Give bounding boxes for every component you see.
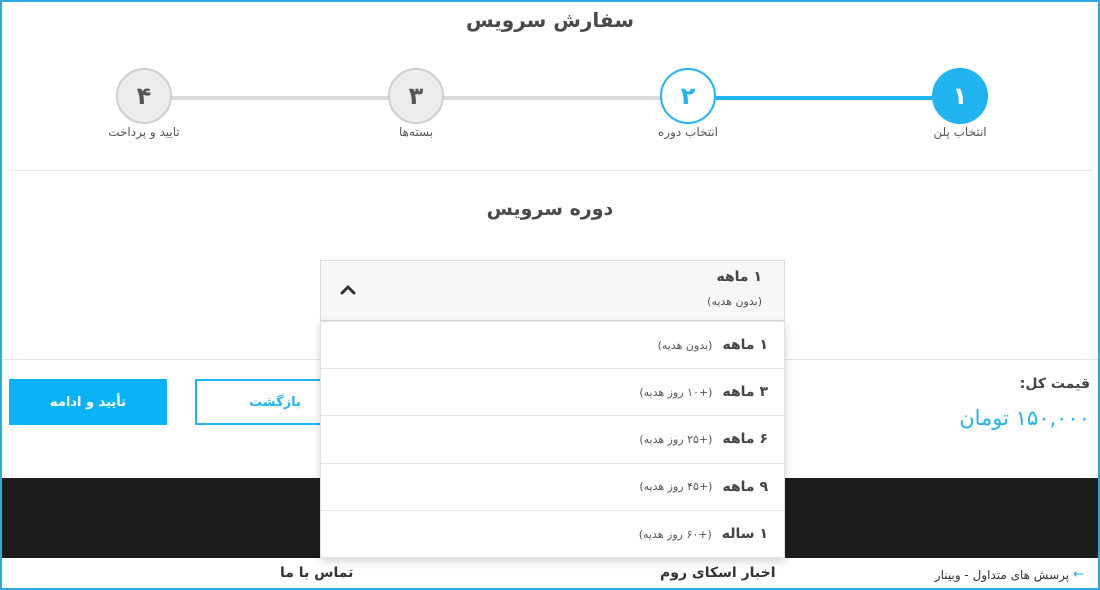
option-bonus: (+۱۰ روز هدیه) [639, 385, 713, 399]
step-connector-2-3 [444, 96, 660, 100]
page-title: سفارش سرویس [466, 8, 634, 32]
option-label: ۱ ماهه [722, 337, 768, 354]
step-label-packages: بسته‌ها [398, 125, 434, 139]
step-circle-packages: ۳ [388, 68, 444, 124]
step-label-confirm-payment: تایید و پرداخت [108, 125, 180, 139]
option-bonus: (بدون هدیه) [657, 338, 713, 352]
step-circle-plan[interactable]: ۱ [932, 68, 988, 124]
option-bonus: (+۶۰ روز هدیه) [638, 527, 712, 541]
option-label: ۶ ماهه [722, 431, 768, 448]
period-select[interactable]: ۱ ماهه (بدون هدیه) [320, 260, 785, 321]
step-label-plan: انتخاب پلن [933, 125, 987, 139]
footer-contact-heading[interactable]: تماس با ما [280, 565, 353, 581]
period-option-3-month[interactable]: ۳ ماهه (+۱۰ روز هدیه) [321, 369, 784, 417]
section-title: دوره سرویس [486, 198, 614, 220]
option-label: ۱ ساله [721, 526, 768, 543]
stepper-divider [10, 170, 1092, 171]
chevron-up-icon [340, 285, 356, 295]
total-price-value: ۱۵۰,۰۰۰ تومان [959, 406, 1090, 430]
arrow-left-icon: ← [1073, 567, 1084, 582]
footer-faq-link-label: پرسش های متداول - وبینار [934, 567, 1070, 582]
confirm-continue-button[interactable]: تأیید و ادامه [9, 379, 167, 425]
period-option-9-month[interactable]: ۹ ماهه (+۴۵ روز هدیه) [321, 464, 784, 511]
page-frame: سفارش سرویس ۱ انتخاب پلن ۲ انتخاب دوره ۳… [0, 0, 1100, 590]
period-option-6-month[interactable]: ۶ ماهه (+۲۵ روز هدیه) [321, 416, 784, 464]
step-circle-period[interactable]: ۲ [660, 68, 716, 124]
option-bonus: (+۴۵ روز هدیه) [639, 480, 713, 494]
period-option-1-year[interactable]: ۱ ساله (+۶۰ روز هدیه) [321, 511, 784, 558]
step-connector-1-2 [716, 96, 932, 100]
footer-news-heading[interactable]: اخبار اسکای روم [660, 565, 776, 581]
option-label: ۳ ماهه [722, 384, 768, 401]
step-circle-confirm-payment: ۴ [116, 68, 172, 124]
option-label: ۹ ماهه [722, 478, 768, 495]
period-dropdown-list: ۱ ماهه (بدون هدیه) ۳ ماهه (+۱۰ روز هدیه)… [320, 321, 785, 558]
option-bonus: (+۲۵ روز هدیه) [639, 432, 713, 446]
footer-faq-link[interactable]: ← پرسش های متداول - وبینار [935, 567, 1084, 582]
period-select-value: ۱ ماهه [716, 269, 762, 285]
step-label-period: انتخاب دوره [657, 125, 719, 139]
period-select-sub: (بدون هدیه) [707, 295, 762, 308]
total-price-label: قیمت کل: [1019, 376, 1090, 392]
period-option-1-month[interactable]: ۱ ماهه (بدون هدیه) [321, 322, 784, 370]
step-connector-3-4 [172, 96, 388, 100]
